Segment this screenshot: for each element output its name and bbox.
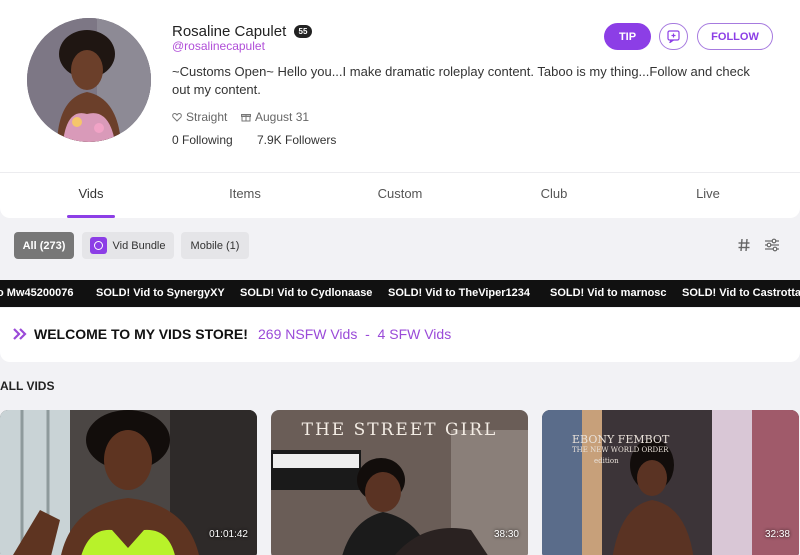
- section-title: ALL VIDS: [0, 379, 55, 393]
- active-tab-indicator: [67, 215, 115, 218]
- filter-all[interactable]: All (273): [14, 232, 74, 259]
- welcome-banner: WELCOME TO MY VIDS STORE! 269 NSFW Vids …: [0, 308, 800, 362]
- avatar[interactable]: [27, 18, 151, 142]
- profile-handle[interactable]: @rosalinecapulet: [172, 39, 265, 53]
- tab-live[interactable]: Live: [658, 186, 758, 201]
- video-caption: EBONY FEMBOT THE NEW WORLD ORDER edition: [572, 434, 669, 467]
- tab-items[interactable]: Items: [195, 186, 295, 201]
- orientation-info: Straight: [172, 110, 227, 124]
- welcome-title: WELCOME TO MY VIDS STORE!: [34, 326, 248, 342]
- ticker-item: SOLD! Vid to Cydlonaase: [240, 287, 373, 299]
- followers-count[interactable]: 7.9K Followers: [257, 133, 336, 147]
- follow-button[interactable]: FOLLOW: [697, 23, 773, 50]
- tab-custom[interactable]: Custom: [350, 186, 450, 201]
- video-card[interactable]: EBONY FEMBOT THE NEW WORLD ORDER edition…: [542, 410, 799, 555]
- sales-ticker: o Mw45200076 SOLD! Vid to SynergyXY SOLD…: [0, 280, 800, 307]
- ticker-item: SOLD! Vid to TheViper1234: [388, 287, 531, 299]
- double-chevron-right-icon: [13, 328, 27, 340]
- video-card[interactable]: THE STREET GIRL 38:30: [271, 410, 528, 555]
- video-duration: 32:38: [764, 529, 790, 540]
- welcome-counts[interactable]: 269 NSFW Vids - 4 SFW Vids: [258, 326, 451, 342]
- profile-card: Rosaline Capulet 55 @rosalinecapulet ~Cu…: [0, 0, 800, 218]
- gift-icon: [241, 114, 251, 122]
- following-count[interactable]: 0 Following: [172, 133, 233, 147]
- tab-vids[interactable]: Vids: [41, 186, 141, 201]
- ticker-item: o Mw45200076: [0, 287, 74, 299]
- chat-plus-icon: [667, 30, 680, 43]
- video-duration: 38:30: [493, 529, 519, 540]
- ticker-item: SOLD! Vid to Castrotta: [682, 287, 800, 299]
- ticker-item: SOLD! Vid to marnosc: [550, 287, 667, 299]
- tip-button[interactable]: TIP: [604, 23, 651, 50]
- hashtag-icon[interactable]: [737, 238, 751, 252]
- filter-sliders-icon[interactable]: [764, 238, 780, 252]
- birthday-label: August 31: [255, 110, 310, 124]
- birthday-info: August 31: [241, 110, 309, 124]
- ticker-item: SOLD! Vid to SynergyXY: [96, 287, 225, 299]
- profile-bio: ~Customs Open~ Hello you...I make dramat…: [172, 64, 750, 97]
- filter-vid-bundle[interactable]: Vid Bundle: [82, 232, 174, 259]
- video-caption-line: THE NEW WORLD ORDER: [572, 446, 669, 454]
- filter-vid-bundle-label: Vid Bundle: [112, 239, 166, 252]
- video-duration: 01:01:42: [209, 529, 248, 540]
- tab-club[interactable]: Club: [504, 186, 604, 201]
- video-caption-line: EBONY FEMBOT: [572, 433, 670, 446]
- video-title: THE STREET GIRL: [301, 420, 498, 440]
- level-badge: 55: [294, 25, 312, 38]
- video-caption-line: edition: [594, 457, 619, 465]
- profile-name: Rosaline Capulet: [172, 23, 287, 40]
- tabs-divider: [0, 172, 800, 173]
- heart-icon: [172, 112, 182, 122]
- filter-mobile[interactable]: Mobile (1): [181, 232, 249, 259]
- message-button[interactable]: [659, 23, 688, 50]
- video-card[interactable]: 01:01:42: [0, 410, 257, 555]
- bundle-icon: [90, 237, 108, 254]
- orientation-label: Straight: [186, 110, 228, 124]
- video-thumbnail: [542, 410, 799, 555]
